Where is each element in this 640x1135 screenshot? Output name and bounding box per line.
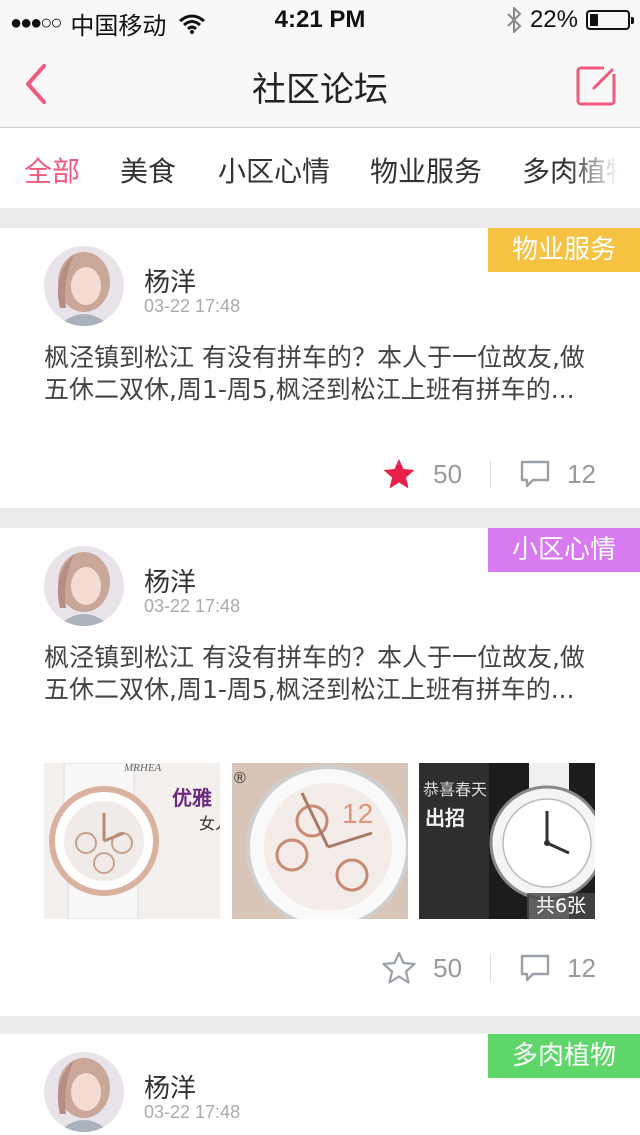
post-time: 03-22 17:48 — [144, 596, 241, 616]
like-button[interactable]: 50 — [381, 457, 462, 491]
post-time: 03-22 17:48 — [144, 1102, 241, 1122]
svg-text:出招: 出招 — [425, 806, 465, 830]
username[interactable]: 杨洋 — [144, 562, 196, 599]
post-card[interactable]: 小区心情 杨洋 03-22 17:48 枫泾镇到松江 有没有拼车的？本人于一位故… — [0, 528, 640, 1016]
page-title: 社区论坛 — [252, 70, 388, 110]
tab-food[interactable]: 美食 — [120, 150, 176, 190]
bluetooth-icon — [507, 7, 522, 33]
tab-property-service[interactable]: 物业服务 — [370, 150, 482, 190]
category-badge: 多肉植物 — [487, 1034, 640, 1078]
post-time: 03-22 17:48 — [144, 296, 241, 316]
post-photo[interactable]: MRHEA 优雅 女人 — [44, 763, 220, 919]
tab-community-mood[interactable]: 小区心情 — [218, 150, 330, 190]
svg-text:恭喜春天: 恭喜春天 — [423, 780, 487, 799]
avatar-image — [44, 546, 124, 626]
comment-icon — [520, 460, 550, 488]
watch-photo: 12 ® — [232, 763, 408, 919]
comment-count: 12 — [567, 458, 596, 489]
comment-button[interactable]: 12 — [519, 953, 596, 984]
category-tabs: 全部 美食 小区心情 物业服务 多肉植物 — [0, 128, 640, 208]
comment-icon — [520, 954, 550, 982]
svg-text:优雅: 优雅 — [172, 786, 212, 810]
avatar[interactable] — [44, 1052, 124, 1132]
new-post-button[interactable] — [576, 64, 618, 106]
avatar-image — [44, 246, 124, 326]
action-divider — [490, 954, 492, 982]
post-card[interactable]: 物业服务 杨洋 03-22 17:48 枫泾镇到松江 有没有拼车的？本人于一位故… — [0, 228, 640, 508]
svg-text:MRHEA: MRHEA — [123, 763, 162, 774]
post-photo[interactable]: 12 ® — [232, 763, 408, 919]
svg-text:女人: 女人 — [199, 814, 220, 833]
svg-text:®: ® — [234, 770, 246, 787]
category-badge: 物业服务 — [487, 228, 640, 272]
username[interactable]: 杨洋 — [144, 1068, 196, 1105]
battery-percent: 22% — [529, 6, 578, 33]
battery-icon — [586, 10, 634, 30]
like-count: 50 — [433, 952, 463, 983]
star-outline-icon — [382, 951, 416, 984]
post-content[interactable]: 枫泾镇到松江 有没有拼车的？本人于一位故友,做五休二双休,周1-周5,枫泾到松江… — [44, 342, 604, 406]
svg-text:12: 12 — [342, 798, 373, 829]
post-card[interactable]: 多肉植物 杨洋 03-22 17:48 — [0, 1034, 640, 1135]
post-content[interactable]: 枫泾镇到松江 有没有拼车的？本人于一位故友,做五休二双休,周1-周5,枫泾到松江… — [44, 642, 604, 706]
star-filled-icon — [383, 459, 415, 489]
post-actions: 50 12 — [381, 454, 596, 494]
comment-count: 12 — [567, 952, 596, 983]
post-photo[interactable]: 恭喜春天 出招 共6张 — [419, 763, 595, 919]
photo-count-badge: 共6张 — [527, 893, 595, 919]
category-badge: 小区心情 — [487, 528, 640, 572]
tabs-fade-overlay — [568, 128, 640, 208]
like-count: 50 — [433, 458, 463, 489]
compose-icon — [576, 64, 618, 106]
like-button[interactable]: 50 — [381, 951, 462, 985]
avatar[interactable] — [44, 546, 124, 626]
avatar[interactable] — [44, 246, 124, 326]
watch-photo: MRHEA 优雅 女人 — [44, 763, 220, 919]
avatar-image — [44, 1052, 124, 1132]
nav-bar: 社区论坛 — [0, 40, 640, 128]
action-divider — [490, 460, 492, 488]
post-actions: 50 12 — [381, 948, 596, 988]
tab-all[interactable]: 全部 — [24, 150, 80, 190]
comment-button[interactable]: 12 — [519, 459, 596, 490]
username[interactable]: 杨洋 — [144, 262, 196, 299]
status-bar: ●●●○○ 中国移动 4:21 PM 22% — [0, 0, 640, 40]
